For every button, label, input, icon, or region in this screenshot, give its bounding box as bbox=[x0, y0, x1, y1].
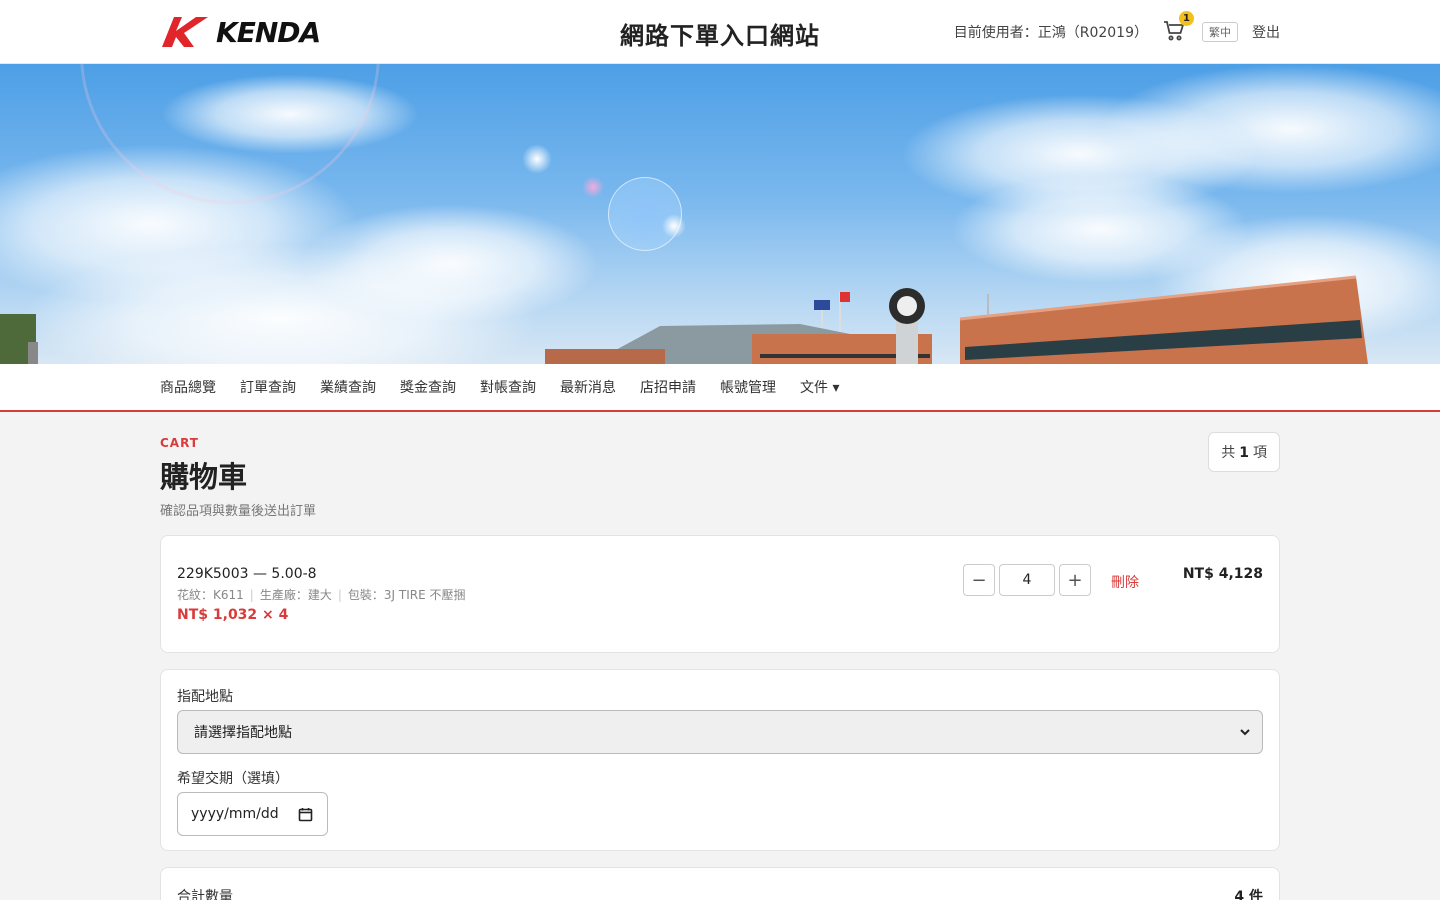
location-select-value: 請選擇指配地點 bbox=[194, 725, 292, 741]
quantity-input[interactable] bbox=[999, 564, 1055, 596]
nav-sales-query[interactable]: 業績查詢 bbox=[320, 377, 376, 397]
hero-banner bbox=[0, 64, 1440, 364]
nav-documents-dropdown[interactable]: 文件 ▾ bbox=[800, 377, 839, 397]
delivery-form: 指配地點 請選擇指配地點 希望交期（選填） yyyy/mm/dd bbox=[160, 669, 1280, 851]
item-pattern: 花紋：K611 bbox=[177, 588, 244, 602]
cart-button[interactable]: 1 bbox=[1162, 11, 1194, 45]
item-title: 229K5003 — 5.00-8 bbox=[177, 566, 317, 582]
count-suffix: 項 bbox=[1253, 445, 1267, 461]
quantity-stepper: − + bbox=[963, 564, 1091, 596]
order-summary: 合計數量 4 件 bbox=[160, 867, 1280, 900]
total-quantity-label: 合計數量 bbox=[177, 889, 233, 900]
calendar-icon[interactable] bbox=[298, 807, 313, 822]
item-unit-price: NT$ 1,032 × 4 bbox=[177, 607, 289, 623]
decrease-quantity-button[interactable]: − bbox=[963, 564, 995, 596]
current-user: 目前使用者：正鴻（R02019） bbox=[953, 25, 1148, 41]
nav-order-query[interactable]: 訂單查詢 bbox=[240, 377, 296, 397]
kenda-logo[interactable]: KENDA bbox=[160, 12, 321, 52]
cart-page: CART 購物車 確認品項與數量後送出訂單 共1項 229K5003 — 5.0… bbox=[160, 412, 1280, 900]
page-subtitle: 確認品項與數量後送出訂單 bbox=[160, 504, 317, 519]
total-quantity-value: 4 件 bbox=[1234, 889, 1263, 900]
cart-item: 229K5003 — 5.00-8 花紋：K611 | 生產廠：建大 | 包裝：3J T… bbox=[160, 535, 1280, 653]
chevron-down-icon bbox=[1240, 729, 1250, 736]
date-placeholder: yyyy/mm/dd bbox=[191, 806, 279, 822]
nav-signboard-request[interactable]: 店招申請 bbox=[640, 377, 696, 397]
nav-bonus-query[interactable]: 獎金查詢 bbox=[400, 377, 456, 397]
logo-text: KENDA bbox=[216, 15, 321, 49]
nav-latest-news[interactable]: 最新消息 bbox=[560, 377, 616, 397]
count-prefix: 共 bbox=[1221, 445, 1236, 461]
delivery-date-input[interactable]: yyyy/mm/dd bbox=[177, 792, 328, 836]
item-packaging: 包裝：3J TIRE 不壓捆 bbox=[347, 588, 466, 602]
nav-statement-query[interactable]: 對帳查詢 bbox=[480, 377, 536, 397]
kenda-k-icon bbox=[162, 17, 208, 47]
increase-quantity-button[interactable]: + bbox=[1059, 564, 1091, 596]
cart-count-badge: 1 bbox=[1179, 11, 1194, 26]
page-eyebrow: CART bbox=[160, 436, 199, 450]
location-label: 指配地點 bbox=[177, 689, 233, 705]
item-count-badge: 共1項 bbox=[1208, 432, 1280, 472]
delete-item-button[interactable]: 刪除 bbox=[1111, 572, 1139, 592]
main-navigation: 商品總覽 訂單查詢 業績查詢 獎金查詢 對帳查詢 最新消息 店招申請 帳號管理 … bbox=[0, 364, 1440, 412]
nav-product-overview[interactable]: 商品總覽 bbox=[160, 377, 216, 397]
nav-account-management[interactable]: 帳號管理 bbox=[720, 377, 776, 397]
site-title: 網路下單入口網站 bbox=[620, 22, 820, 50]
logout-link[interactable]: 登出 bbox=[1252, 22, 1280, 42]
count-value: 1 bbox=[1239, 445, 1249, 461]
item-line-total: NT$ 4,128 bbox=[1182, 566, 1263, 582]
language-switch[interactable]: 繁中 bbox=[1202, 22, 1238, 42]
item-factory: 生產廠：建大 bbox=[259, 588, 332, 602]
top-header: KENDA 網路下單入口網站 目前使用者：正鴻（R02019） 1 繁中 登出 bbox=[0, 0, 1440, 64]
date-label: 希望交期（選填） bbox=[177, 771, 289, 787]
item-meta: 花紋：K611 | 生產廠：建大 | 包裝：3J TIRE 不壓捆 bbox=[177, 588, 466, 602]
page-title: 購物車 bbox=[160, 460, 248, 494]
factory-building-image bbox=[0, 275, 1368, 364]
location-select[interactable]: 請選擇指配地點 bbox=[177, 710, 1263, 754]
